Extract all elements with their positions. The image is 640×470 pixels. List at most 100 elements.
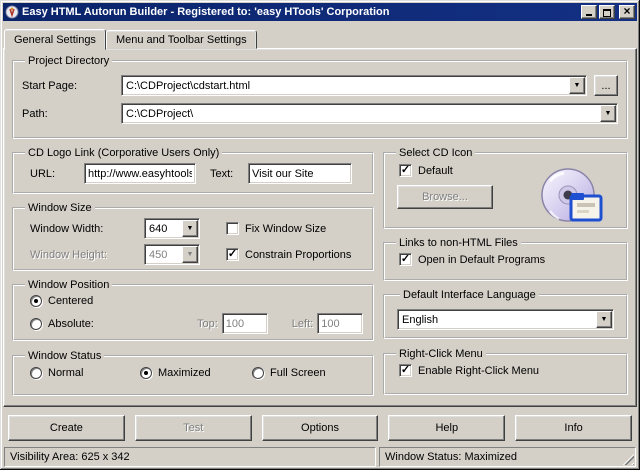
window-width-combobox[interactable]: 640 ▼ bbox=[144, 218, 200, 239]
group-window-status: Window Status Normal Maximized Full Scre… bbox=[12, 350, 374, 396]
constrain-proportions-checkbox[interactable]: ✓ bbox=[226, 248, 239, 261]
path-value: C:\CDProject\ bbox=[126, 107, 194, 120]
status-fullscreen-option[interactable]: Full Screen bbox=[252, 367, 326, 379]
minimize-button[interactable] bbox=[581, 5, 597, 19]
fix-window-size-checkbox[interactable]: ✓ bbox=[226, 222, 239, 235]
constrain-proportions-label: Constrain Proportions bbox=[245, 248, 352, 261]
status-maximized-option[interactable]: Maximized bbox=[140, 367, 252, 379]
group-title: Window Size bbox=[28, 202, 92, 214]
check-icon: ✓ bbox=[227, 247, 238, 260]
text-label: Text: bbox=[210, 167, 234, 180]
status-maximized-label: Maximized bbox=[158, 367, 211, 379]
url-input[interactable] bbox=[84, 163, 196, 184]
app-window: Easy HTML Autorun Builder - Registered t… bbox=[0, 0, 640, 470]
group-select-cd-icon: Select CD Icon ✓ Default Browse... bbox=[383, 147, 628, 229]
absolute-option[interactable]: Absolute: bbox=[22, 317, 122, 330]
maximize-button[interactable] bbox=[599, 5, 615, 19]
centered-label: Centered bbox=[48, 295, 94, 307]
language-combobox[interactable]: English ▼ bbox=[397, 309, 614, 330]
window-height-value: 450 bbox=[149, 248, 168, 261]
path-combobox[interactable]: C:\CDProject\ ▼ bbox=[121, 103, 618, 124]
tab-menu-toolbar-settings[interactable]: Menu and Toolbar Settings bbox=[105, 30, 257, 49]
check-icon: ✓ bbox=[400, 252, 411, 265]
window-width-label: Window Width: bbox=[30, 222, 104, 235]
path-label: Path: bbox=[22, 107, 48, 120]
check-icon: ✓ bbox=[400, 163, 411, 176]
constrain-proportions-option[interactable]: ✓ Constrain Proportions bbox=[226, 248, 351, 261]
group-title: Window Position bbox=[28, 279, 110, 291]
open-default-programs-checkbox[interactable]: ✓ bbox=[399, 253, 412, 266]
centered-radio[interactable] bbox=[30, 295, 42, 307]
centered-option[interactable]: Centered bbox=[22, 295, 93, 307]
browse-start-page-button[interactable]: ... bbox=[594, 75, 618, 96]
window-height-combobox: 450 ▼ bbox=[144, 244, 200, 265]
tab-general-settings[interactable]: General Settings bbox=[4, 29, 106, 50]
window-height-label: Window Height: bbox=[30, 248, 108, 261]
group-project-directory: Project Directory Start Page: C:\CDProje… bbox=[12, 55, 628, 139]
start-page-label: Start Page: bbox=[22, 79, 78, 92]
left-input bbox=[317, 313, 364, 334]
group-title: Default Interface Language bbox=[403, 289, 536, 301]
close-button[interactable]: × bbox=[619, 5, 635, 19]
default-checkbox[interactable]: ✓ bbox=[399, 164, 412, 177]
action-button-row: Create Test Options Help Info bbox=[8, 415, 632, 441]
test-button: Test bbox=[134, 415, 252, 441]
enable-right-click-checkbox[interactable]: ✓ bbox=[399, 364, 412, 377]
dropdown-arrow-icon[interactable]: ▼ bbox=[569, 77, 585, 94]
info-button[interactable]: Info bbox=[515, 415, 632, 441]
help-button[interactable]: Help bbox=[388, 415, 506, 441]
top-input bbox=[221, 313, 268, 334]
title-bar: Easy HTML Autorun Builder - Registered t… bbox=[3, 3, 637, 21]
window-title: Easy HTML Autorun Builder - Registered t… bbox=[22, 6, 390, 18]
absolute-radio[interactable] bbox=[30, 317, 42, 330]
status-bar: Visibility Area: 625 x 342 Window Status… bbox=[4, 447, 636, 467]
left-label: Left: bbox=[291, 317, 314, 330]
enable-right-click-option[interactable]: ✓ Enable Right-Click Menu bbox=[393, 364, 618, 377]
group-title: Window Status bbox=[28, 350, 102, 362]
tab-strip: General Settings Menu and Toolbar Settin… bbox=[3, 27, 637, 50]
tab-page-general: Project Directory Start Page: C:\CDProje… bbox=[3, 48, 637, 407]
browse-button: Browse... bbox=[397, 185, 493, 209]
group-title: Project Directory bbox=[28, 55, 110, 67]
maximize-icon bbox=[603, 9, 611, 17]
group-title: Right-Click Menu bbox=[399, 348, 483, 360]
open-default-programs-label: Open in Default Programs bbox=[418, 253, 546, 266]
open-default-programs-option[interactable]: ✓ Open in Default Programs bbox=[393, 253, 618, 266]
status-visibility-area: Visibility Area: 625 x 342 bbox=[4, 447, 376, 467]
fix-window-size-option[interactable]: ✓ Fix Window Size bbox=[226, 222, 326, 235]
resize-grip[interactable] bbox=[622, 453, 634, 465]
dropdown-arrow-icon[interactable]: ▼ bbox=[600, 105, 616, 122]
group-window-size: Window Size Window Width: 640 ▼ ✓ Fix Wi… bbox=[12, 202, 374, 271]
link-text-input[interactable] bbox=[248, 163, 352, 184]
create-button[interactable]: Create bbox=[8, 415, 125, 441]
group-links-non-html: Links to non-HTML Files ✓ Open in Defaul… bbox=[383, 237, 628, 281]
app-icon bbox=[5, 5, 19, 19]
group-title: Links to non-HTML Files bbox=[399, 237, 518, 249]
group-right-click-menu: Right-Click Menu ✓ Enable Right-Click Me… bbox=[383, 348, 628, 395]
enable-right-click-label: Enable Right-Click Menu bbox=[418, 364, 540, 377]
fix-window-size-label: Fix Window Size bbox=[245, 222, 327, 235]
dropdown-arrow-icon[interactable]: ▼ bbox=[182, 220, 198, 237]
status-normal-label: Normal bbox=[48, 367, 84, 379]
start-page-value: C:\CDProject\cdstart.html bbox=[126, 79, 251, 92]
group-title: CD Logo Link (Corporative Users Only) bbox=[28, 147, 220, 159]
start-page-combobox[interactable]: C:\CDProject\cdstart.html ▼ bbox=[121, 75, 587, 96]
options-button[interactable]: Options bbox=[261, 415, 379, 441]
check-icon: ✓ bbox=[400, 363, 411, 376]
cd-icon bbox=[541, 168, 603, 222]
group-title: Select CD Icon bbox=[399, 147, 473, 159]
dropdown-arrow-icon[interactable]: ▼ bbox=[596, 311, 612, 328]
language-value: English bbox=[402, 313, 439, 326]
absolute-label: Absolute: bbox=[48, 317, 94, 330]
status-window-status: Window Status: Maximized bbox=[379, 447, 636, 467]
dropdown-arrow-icon: ▼ bbox=[182, 246, 198, 263]
status-fullscreen-label: Full Screen bbox=[270, 367, 326, 379]
status-maximized-radio[interactable] bbox=[140, 367, 152, 379]
status-normal-option[interactable]: Normal bbox=[22, 367, 140, 379]
url-label: URL: bbox=[30, 167, 56, 180]
group-window-position: Window Position Centered Absolute: Top: bbox=[12, 279, 374, 341]
radio-dot-icon bbox=[144, 371, 148, 375]
status-fullscreen-radio[interactable] bbox=[252, 367, 264, 379]
status-window-status-text: Window Status: Maximized bbox=[385, 451, 518, 463]
status-normal-radio[interactable] bbox=[30, 367, 42, 379]
